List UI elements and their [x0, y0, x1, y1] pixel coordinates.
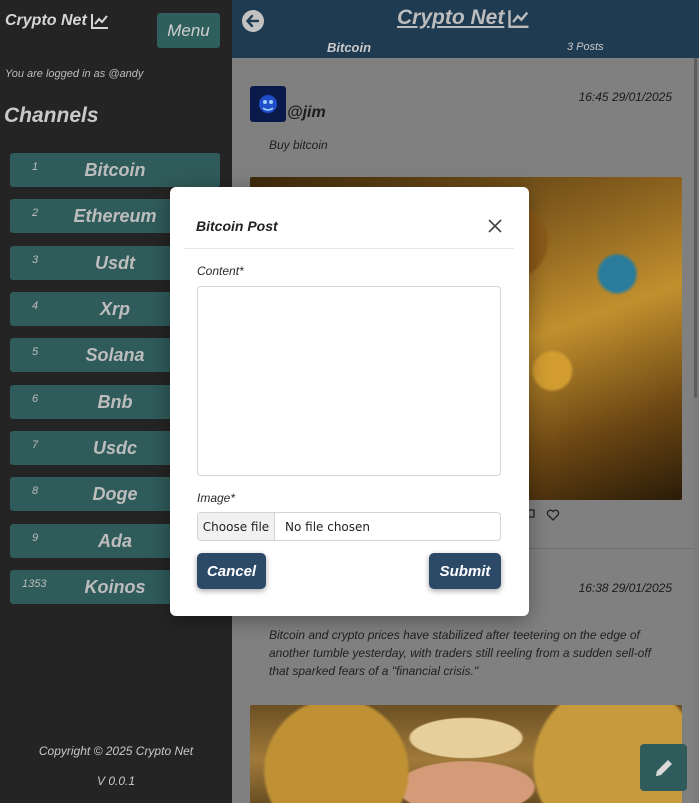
new-post-modal: Bitcoin Post Content* Image* Choose file…	[170, 187, 529, 616]
modal-divider	[184, 248, 514, 249]
image-label: Image*	[197, 491, 236, 505]
image-file-input[interactable]: Choose file No file chosen	[197, 512, 501, 541]
submit-button[interactable]: Submit	[429, 553, 501, 589]
content-textarea[interactable]	[197, 286, 501, 476]
close-button[interactable]	[486, 217, 504, 235]
cancel-button[interactable]: Cancel	[197, 553, 266, 589]
modal-title: Bitcoin Post	[196, 218, 278, 234]
file-status: No file chosen	[285, 519, 371, 534]
choose-file-button[interactable]: Choose file	[198, 513, 275, 540]
content-label: Content*	[197, 264, 244, 278]
close-icon	[488, 219, 502, 233]
